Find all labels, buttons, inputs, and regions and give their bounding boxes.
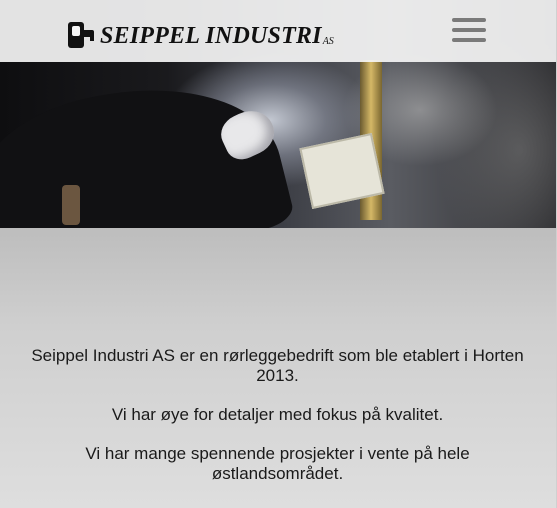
faucet-logo-icon	[66, 20, 96, 50]
intro-section: Seippel Industri AS er en rørleggebedrif…	[0, 228, 556, 508]
intro-text: Seippel Industri AS er en rørleggebedrif…	[30, 346, 525, 503]
brand-logo-link[interactable]: SEIPPEL INDUSTRI AS	[66, 12, 334, 52]
site-header: SEIPPEL INDUSTRI AS	[0, 0, 556, 62]
hamburger-menu-icon[interactable]	[452, 18, 486, 42]
brand-name: SEIPPEL INDUSTRI	[100, 23, 322, 49]
hero-bracket-shape	[62, 185, 80, 225]
intro-paragraph: Seippel Industri AS er en rørleggebedrif…	[31, 346, 524, 385]
brand-suffix: AS	[322, 36, 334, 47]
intro-paragraph: Vi har mange spennende prosjekter i vent…	[85, 444, 470, 483]
page: SEIPPEL INDUSTRI AS Seippel Industri AS …	[0, 0, 557, 508]
intro-paragraph: Vi har øye for detaljer med fokus på kva…	[111, 405, 444, 424]
